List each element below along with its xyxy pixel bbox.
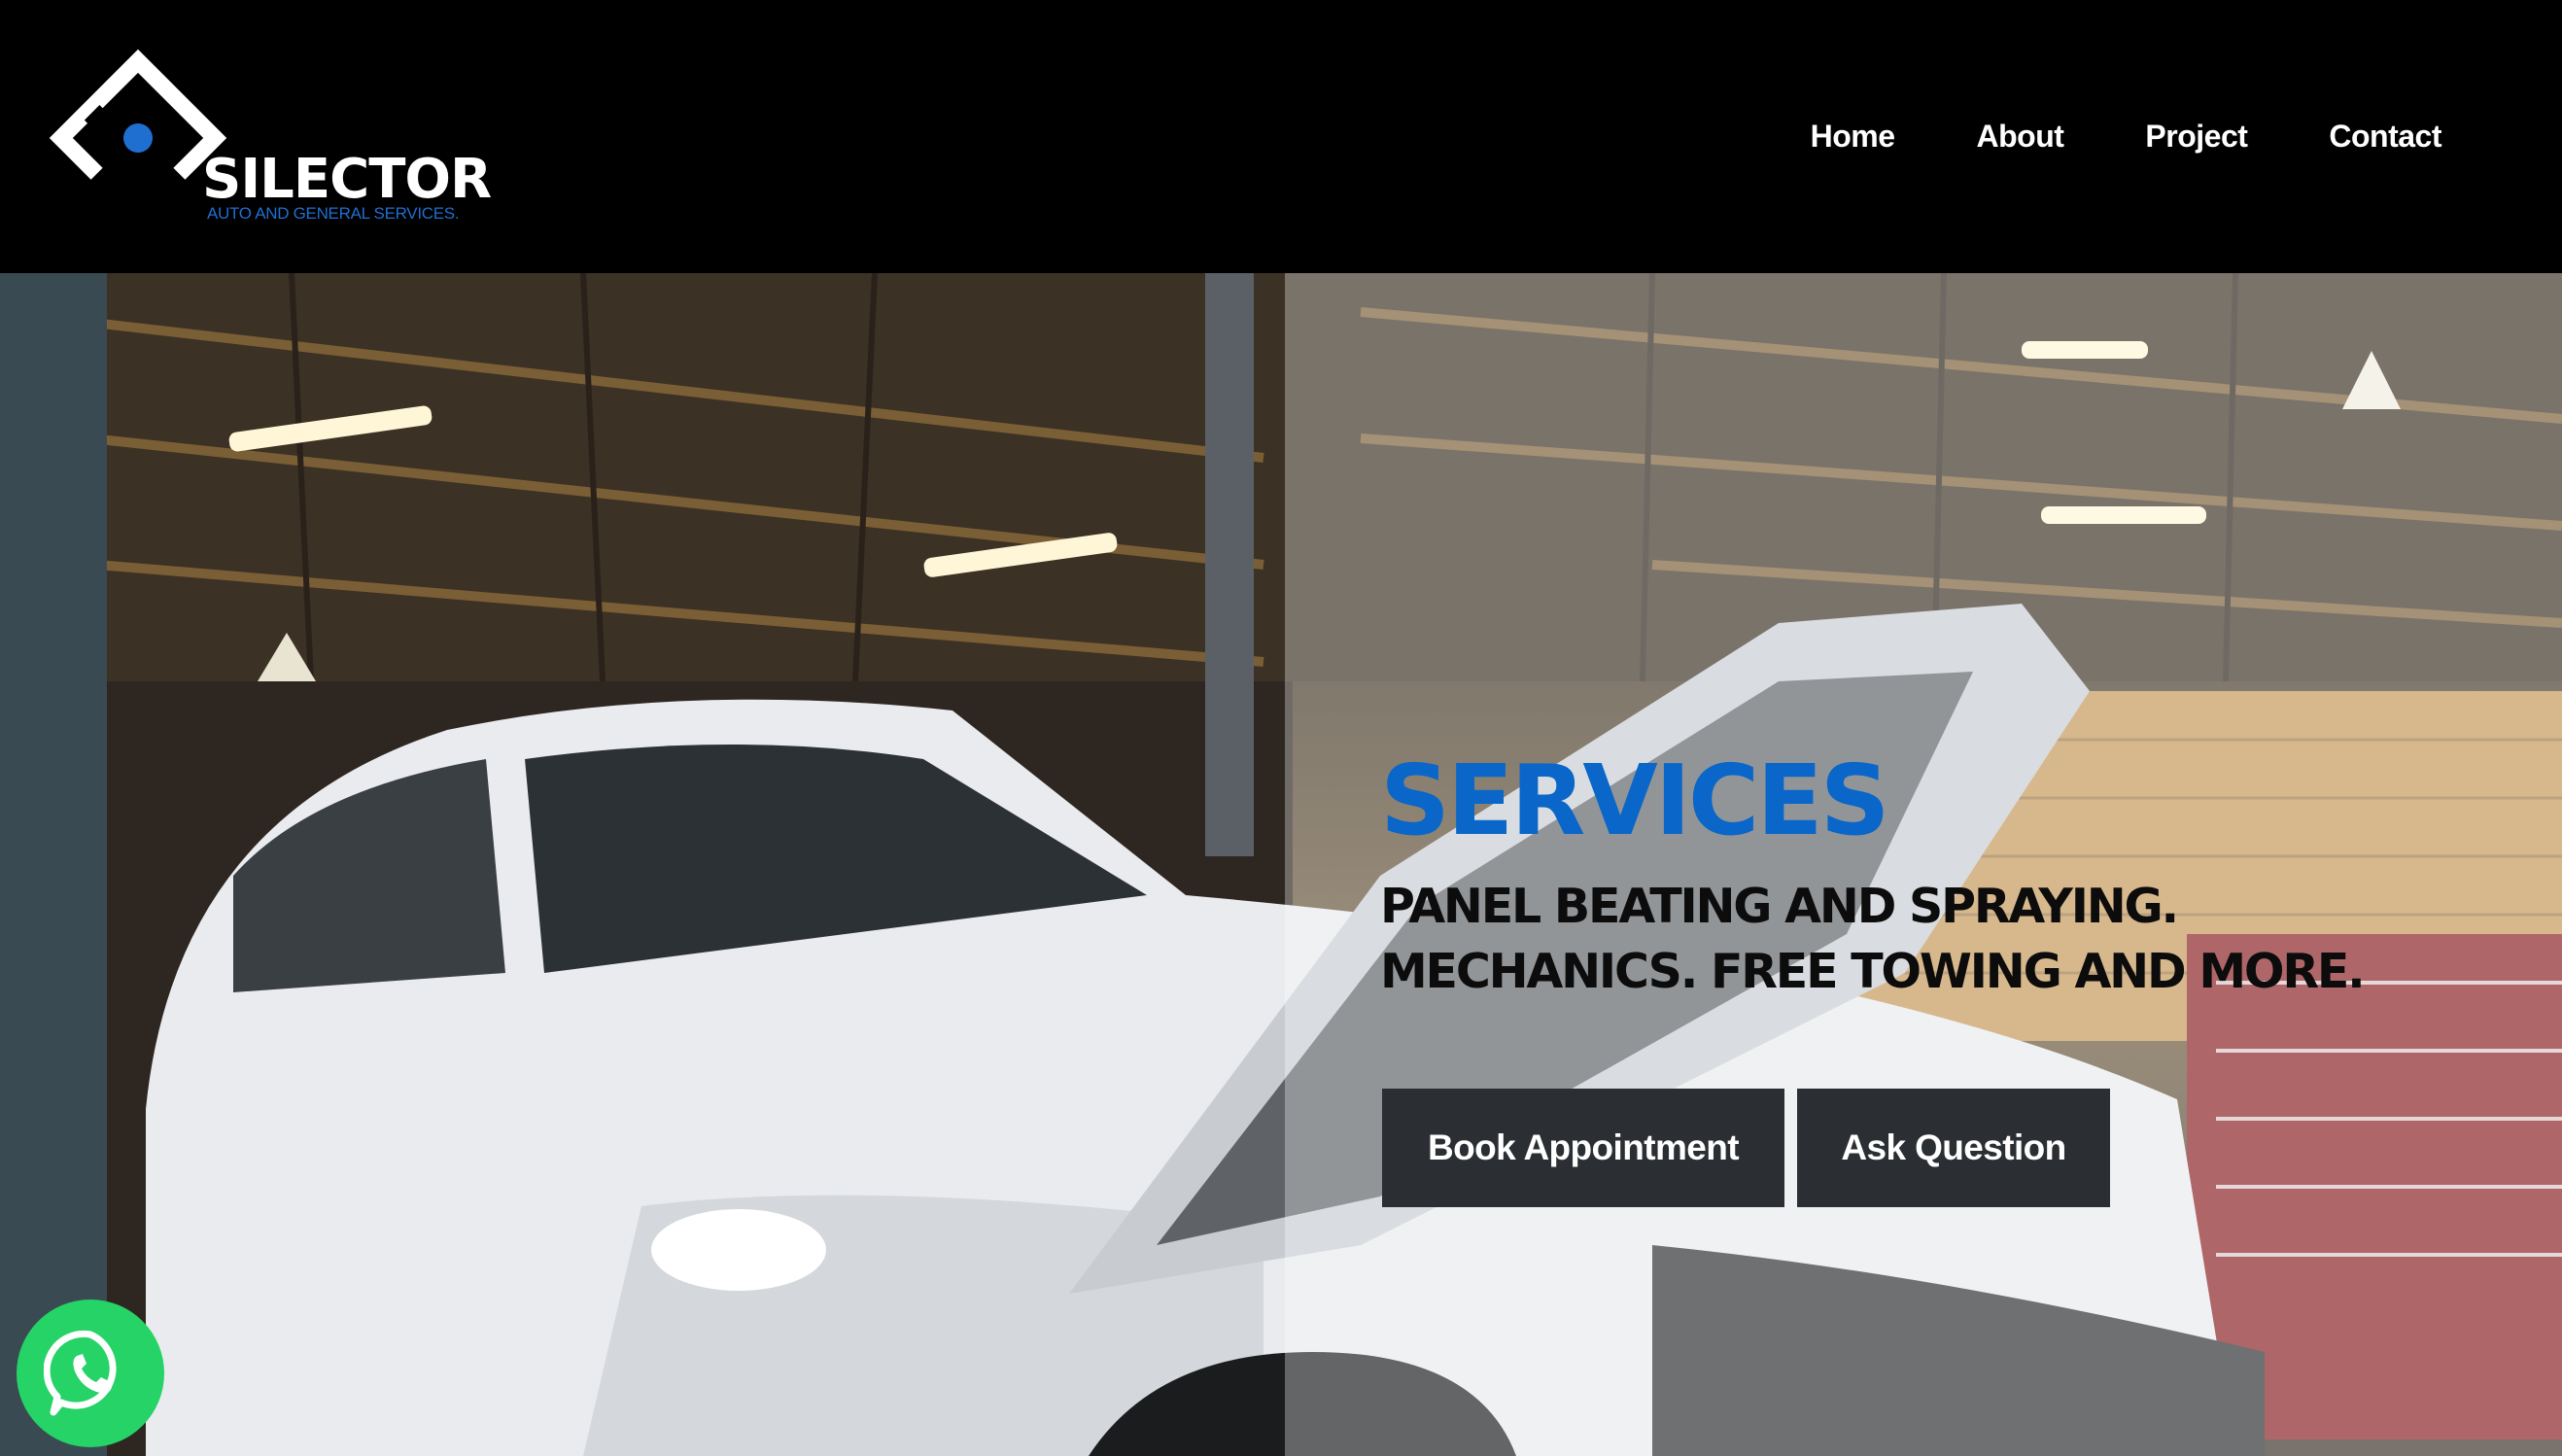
nav-contact[interactable]: Contact xyxy=(2329,119,2441,155)
nav-home[interactable]: Home xyxy=(1811,119,1895,155)
book-appointment-button[interactable]: Book Appointment xyxy=(1382,1089,1784,1207)
hero-title: SERVICES xyxy=(1380,744,1890,857)
hero-section: SERVICES PANEL BEATING AND SPRAYING. MEC… xyxy=(0,273,2562,1456)
ask-question-button[interactable]: Ask Question xyxy=(1797,1089,2110,1207)
hero-subtitle-line-1: PANEL BEATING AND SPRAYING. xyxy=(1380,879,2179,934)
brand-name: SILECTOR xyxy=(202,148,492,211)
brand-tagline: AUTO AND GENERAL SERVICES. xyxy=(207,204,460,223)
hero-subtitle-line-2: MECHANICS. FREE TOWING AND MORE. xyxy=(1380,944,2366,999)
hero-overlay xyxy=(1285,273,2562,1456)
whatsapp-icon xyxy=(44,1330,117,1416)
whatsapp-button[interactable] xyxy=(17,1300,164,1447)
site-header: SILECTOR AUTO AND GENERAL SERVICES. Home… xyxy=(0,0,2562,273)
nav-about[interactable]: About xyxy=(1977,119,2064,155)
hero-subtitle: PANEL BEATING AND SPRAYING. MECHANICS. F… xyxy=(1380,874,2449,1004)
nav-project[interactable]: Project xyxy=(2145,119,2247,155)
main-nav: Home About Project Contact xyxy=(1811,115,2442,157)
brand-logo[interactable]: SILECTOR AUTO AND GENERAL SERVICES. xyxy=(49,49,492,228)
